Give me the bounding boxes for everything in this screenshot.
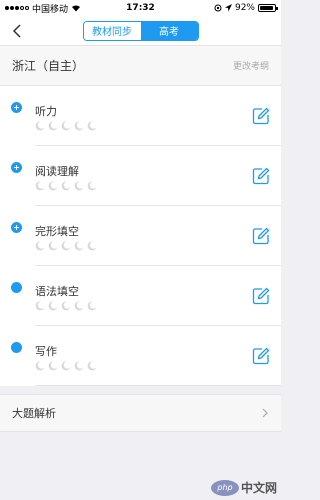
section-title: 阅读理解 (35, 165, 79, 178)
region-name: 浙江（自主） (12, 59, 85, 73)
moon-icon (61, 181, 71, 191)
edit-icon[interactable] (252, 107, 270, 125)
moon-icon (48, 181, 58, 191)
moon-icon (61, 301, 71, 311)
watermark: php 中文网 (210, 479, 277, 496)
tab-gaokao[interactable]: 高考 (140, 21, 198, 40)
moon-icon (74, 121, 84, 131)
moon-icon (87, 241, 97, 251)
region-header: 浙江（自主） 更改考纲 (0, 46, 281, 86)
rating-moons (35, 361, 97, 371)
analysis-label: 大题解析 (12, 407, 56, 420)
status-bar: 中国移动 17:32 92% (0, 0, 281, 16)
section-gap (0, 386, 281, 394)
carrier-label: 中国移动 (32, 4, 69, 15)
list-item[interactable]: 听力 (0, 86, 281, 146)
battery-percent: 92% (234, 3, 255, 13)
dot-icon (11, 282, 22, 293)
chevron-right-icon (262, 408, 268, 418)
list-item[interactable]: 写作 (0, 326, 281, 386)
moon-icon (35, 181, 45, 191)
rating-moons (35, 181, 97, 191)
analysis-row[interactable]: 大题解析 (0, 394, 281, 432)
moon-icon (87, 301, 97, 311)
moon-icon (48, 121, 58, 131)
moon-icon (74, 241, 84, 251)
edit-icon[interactable] (252, 287, 270, 305)
moon-icon (61, 121, 71, 131)
dot-icon (11, 342, 22, 353)
row-divider (35, 385, 281, 386)
section-title: 语法填空 (35, 285, 79, 298)
moon-icon (35, 241, 45, 251)
segmented-control: 教材同步 高考 (82, 20, 199, 41)
watermark-text: 中文网 (240, 481, 277, 495)
rating-moons (35, 121, 97, 131)
moon-icon (48, 361, 58, 371)
watermark-logo: php (210, 479, 239, 496)
section-title: 写作 (35, 345, 57, 358)
plus-circle-icon (11, 222, 22, 233)
moon-icon (87, 361, 97, 371)
moon-icon (35, 361, 45, 371)
list-item[interactable]: 语法填空 (0, 266, 281, 326)
rating-moons (35, 301, 97, 311)
back-icon[interactable] (10, 23, 24, 39)
edit-icon[interactable] (252, 167, 270, 185)
moon-icon (35, 301, 45, 311)
status-left: 中国移动 (5, 2, 81, 15)
moon-icon (48, 301, 58, 311)
section-title: 完形填空 (35, 225, 79, 238)
plus-circle-icon (11, 102, 22, 113)
edit-icon[interactable] (252, 347, 270, 365)
moon-icon (61, 361, 71, 371)
section-list: 听力阅读理解完形填空语法填空写作 (0, 86, 281, 386)
status-right: 92% (214, 3, 278, 13)
wifi-icon (72, 5, 81, 12)
list-item[interactable]: 阅读理解 (0, 146, 281, 206)
moon-icon (87, 121, 97, 131)
moon-icon (35, 121, 45, 131)
signal-icon (5, 6, 29, 10)
change-syllabus-link[interactable]: 更改考纲 (233, 59, 269, 72)
status-time: 17:32 (126, 3, 155, 13)
tab-textbook-sync[interactable]: 教材同步 (83, 21, 141, 40)
location-icon (224, 4, 232, 12)
moon-icon (48, 241, 58, 251)
moon-icon (74, 301, 84, 311)
nav-bar: 教材同步 高考 (0, 16, 281, 46)
rotation-lock-icon (214, 4, 222, 12)
edit-icon[interactable] (252, 227, 270, 245)
moon-icon (61, 241, 71, 251)
moon-icon (74, 361, 84, 371)
moon-icon (74, 181, 84, 191)
battery-icon (258, 4, 278, 12)
plus-circle-icon (11, 162, 22, 173)
moon-icon (87, 181, 97, 191)
rating-moons (35, 241, 97, 251)
list-item[interactable]: 完形填空 (0, 206, 281, 266)
section-title: 听力 (35, 105, 57, 118)
